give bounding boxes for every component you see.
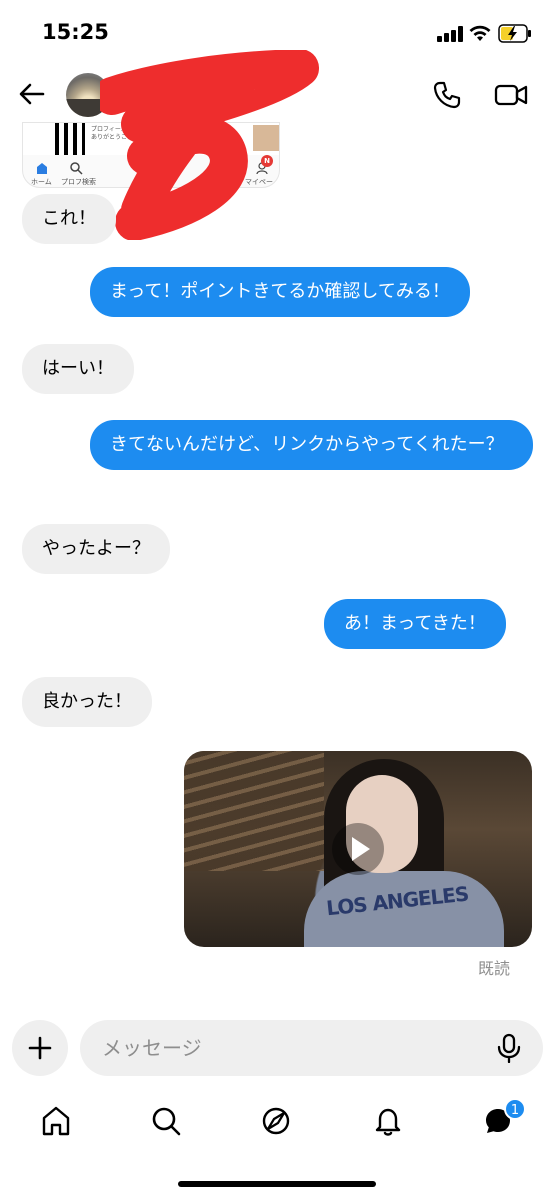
message-input[interactable] (80, 1020, 543, 1076)
search-icon (70, 162, 83, 175)
message-bubble-incoming[interactable]: 良かった！ (22, 677, 152, 727)
video-background-detail (184, 751, 324, 871)
message-bubble-incoming[interactable]: やったよー？ (22, 524, 170, 574)
home-icon[interactable] (40, 1105, 72, 1137)
status-time: 15:25 (42, 20, 109, 44)
wifi-icon (469, 25, 491, 41)
message-bubble-outgoing[interactable]: きてないんだけど、リンクからやってくれたー？ (90, 420, 533, 470)
microphone-icon[interactable] (496, 1033, 522, 1063)
explore-icon[interactable] (260, 1105, 292, 1137)
search-icon[interactable] (150, 1105, 182, 1137)
message-bubble-incoming[interactable]: これ！ (22, 194, 116, 244)
plus-icon (28, 1036, 52, 1060)
shared-tab-label: プロフ検索 (61, 178, 96, 186)
back-arrow-icon[interactable] (18, 80, 46, 108)
phone-call-icon[interactable] (432, 80, 462, 110)
messages-badge: 1 (504, 1098, 526, 1120)
read-receipt: 既読 (478, 959, 511, 978)
shared-tab-label: ホーム (31, 178, 52, 186)
shared-screenshot-image (55, 123, 85, 155)
message-bubble-outgoing[interactable]: まって！ポイントきてるか確認してみる！ (90, 267, 470, 317)
add-attachment-button[interactable] (12, 1020, 68, 1076)
battery-charging-icon (498, 24, 531, 43)
message-bubble-outgoing[interactable]: あ！まってきた！ (324, 599, 506, 649)
home-indicator (178, 1181, 376, 1187)
video-call-icon[interactable] (494, 80, 528, 110)
bottom-navigation: 1 (0, 1095, 554, 1155)
home-icon (37, 163, 47, 174)
signal-icon (437, 26, 463, 42)
notifications-icon[interactable] (372, 1105, 404, 1137)
message-bubble-incoming[interactable]: はーい！ (22, 344, 134, 394)
video-message[interactable]: LOS ANGELES (184, 751, 532, 947)
redaction-scribble (100, 50, 319, 240)
play-icon[interactable] (332, 823, 384, 875)
